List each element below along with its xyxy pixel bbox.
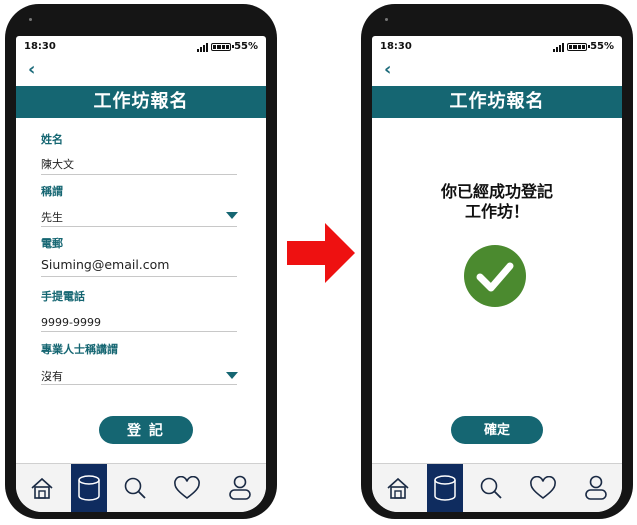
page-title: 工作坊報名 [372, 86, 622, 118]
signal-icon [553, 42, 565, 52]
confirm-button[interactable]: 確定 [451, 416, 543, 444]
signal-icon [197, 42, 209, 52]
home-icon [31, 477, 53, 499]
back-button[interactable]: ‹ [28, 60, 35, 80]
nav-home[interactable] [16, 464, 69, 512]
battery-icon [567, 42, 590, 51]
success-message: 你已經成功登記 工作坊！ [372, 182, 622, 222]
user-icon [228, 475, 251, 500]
nav-favourites[interactable] [517, 464, 570, 512]
success-message-line1: 你已經成功登記 [440, 182, 553, 201]
search-icon [480, 477, 502, 499]
user-icon [584, 475, 607, 500]
status-bar: 18:30 55% [380, 41, 614, 55]
nav-search[interactable] [465, 464, 518, 512]
name-field[interactable]: 陳大文 [41, 156, 74, 172]
checkmark-icon [464, 245, 526, 307]
nav-profile[interactable] [214, 464, 267, 512]
arrow-right-icon [287, 223, 355, 283]
mobile-field[interactable]: 9999-9999 [41, 316, 101, 329]
status-bar: 18:30 55% [24, 41, 258, 55]
mobile-label: 手提電話 [41, 290, 85, 303]
status-time: 18:30 [24, 41, 56, 52]
battery-percent: 55% [234, 41, 258, 52]
professional-select[interactable]: 沒有 [41, 368, 63, 384]
battery-icon [211, 42, 234, 51]
email-label: 電郵 [41, 237, 63, 250]
home-icon [387, 477, 409, 499]
heart-icon [530, 476, 557, 500]
screen: 18:30 55% ‹ 工作坊報名 你已經成功登記 工作坊！ 確定 [372, 36, 622, 512]
success-message-line2: 工作坊！ [464, 202, 529, 221]
nav-home[interactable] [372, 464, 425, 512]
title-select[interactable]: 先生 [41, 209, 63, 225]
chevron-down-icon[interactable] [226, 372, 238, 379]
database-icon [77, 475, 100, 501]
page-title: 工作坊報名 [16, 86, 266, 118]
bottom-nav [372, 463, 622, 512]
phone-confirmation: 18:30 55% ‹ 工作坊報名 你已經成功登記 工作坊！ 確定 [361, 4, 633, 519]
nav-database[interactable] [426, 464, 463, 512]
screen: 18:30 55% ‹ 工作坊報名 姓名 陳大文 稱謂 先生 電郵 Siumin… [16, 36, 266, 512]
chevron-down-icon[interactable] [226, 212, 238, 219]
database-icon [433, 475, 456, 501]
nav-profile[interactable] [570, 464, 623, 512]
name-label: 姓名 [41, 133, 63, 146]
bottom-nav [16, 463, 266, 512]
register-button[interactable]: 登 記 [99, 416, 193, 444]
search-icon [124, 477, 146, 499]
battery-percent: 55% [590, 41, 614, 52]
email-field[interactable]: Siuming@email.com [41, 257, 169, 272]
nav-database[interactable] [70, 464, 107, 512]
professional-label: 專業人士稱講謂 [41, 343, 118, 356]
back-button[interactable]: ‹ [384, 60, 391, 80]
status-time: 18:30 [380, 41, 412, 52]
nav-search[interactable] [109, 464, 162, 512]
title-label: 稱謂 [41, 185, 63, 198]
phone-registration-form: 18:30 55% ‹ 工作坊報名 姓名 陳大文 稱謂 先生 電郵 Siumin… [5, 4, 277, 519]
heart-icon [174, 476, 201, 500]
nav-favourites[interactable] [161, 464, 214, 512]
